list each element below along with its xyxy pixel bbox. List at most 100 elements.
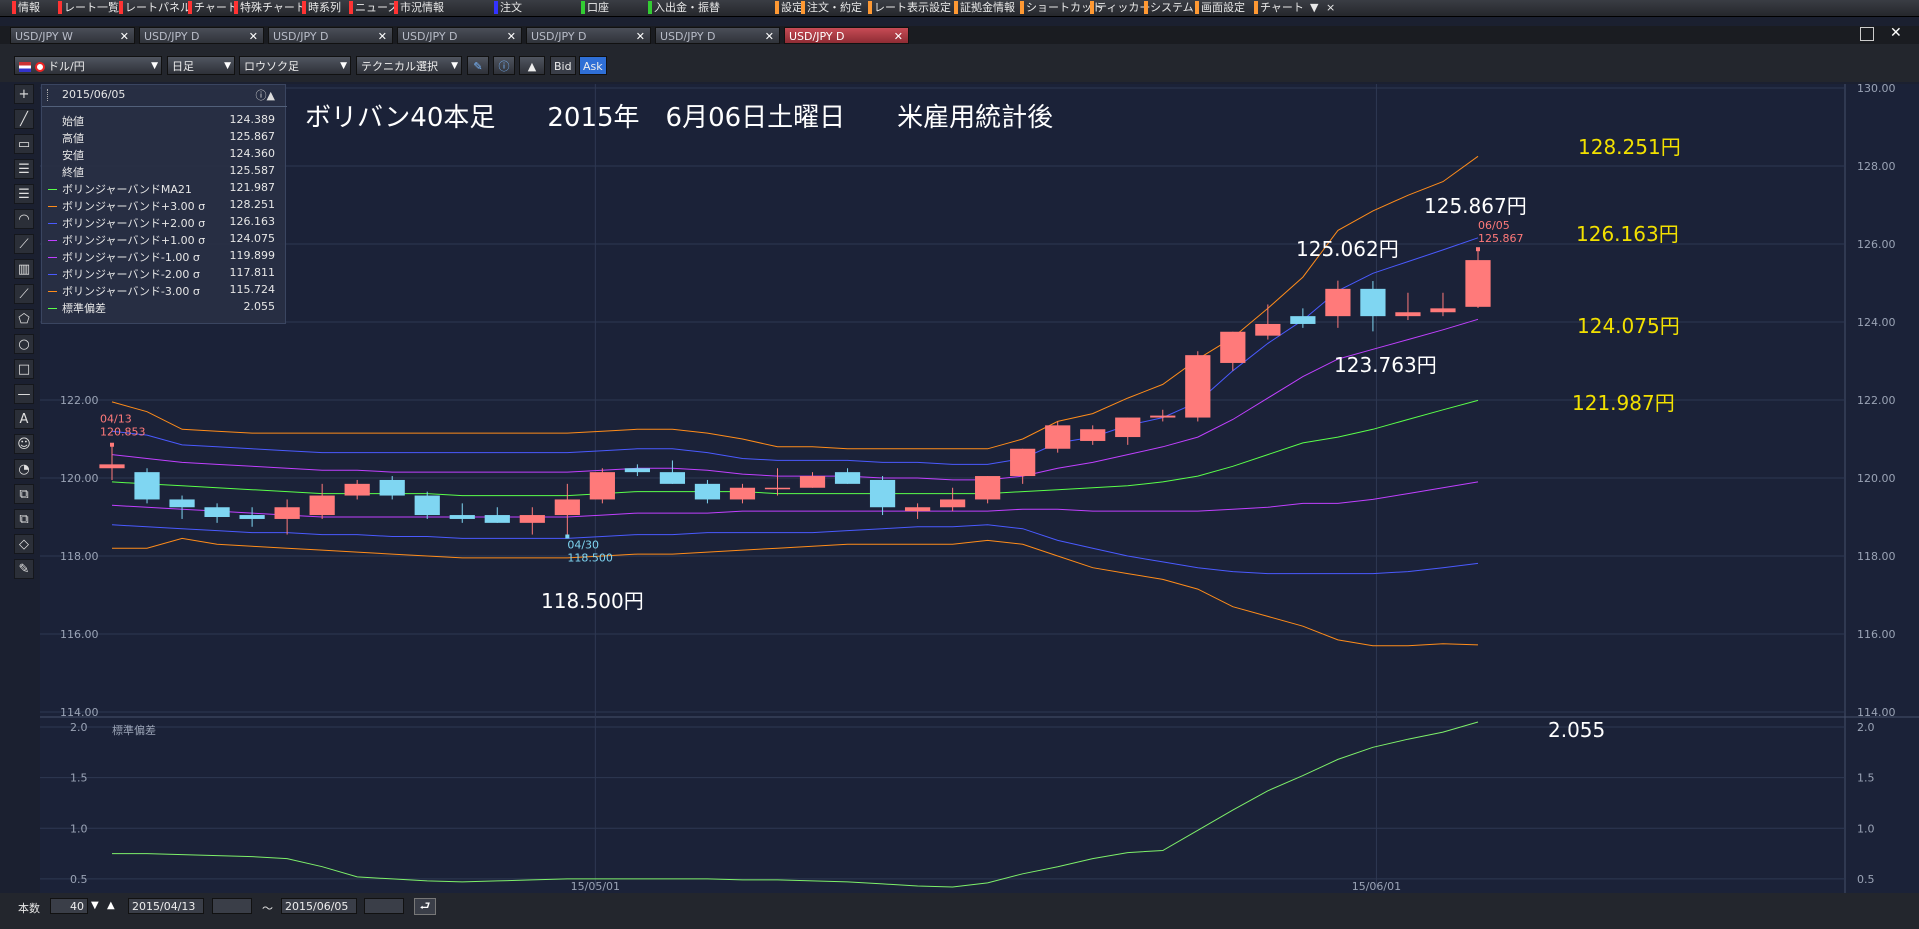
chart-tab[interactable]: USD/JPY W ✕ — [10, 27, 135, 44]
tab-close-icon[interactable]: ✕ — [378, 28, 387, 45]
chart-tab[interactable]: USD/JPY D ✕ — [139, 27, 264, 44]
trendline-icon[interactable]: ╱ — [14, 109, 34, 129]
color-icon[interactable]: ◔ — [14, 459, 34, 479]
channel-icon[interactable]: ⟋ — [14, 284, 34, 304]
menu-item[interactable]: 注文 — [500, 0, 522, 16]
fibonacci-icon[interactable]: ☰ — [14, 184, 34, 204]
menu-item[interactable]: 時系列 — [308, 0, 341, 16]
menu-item[interactable]: 特殊チャート — [240, 0, 306, 16]
y-tick-label-right: 118.00 — [1857, 550, 1896, 563]
icon-stamp-icon[interactable]: ☺ — [14, 434, 34, 454]
vertical-lines-icon[interactable]: ▥ — [14, 259, 34, 279]
stddev-pane-title: 標準偏差 — [112, 723, 156, 737]
tab-label: USD/JPY D — [531, 30, 587, 43]
info-toggle-button[interactable]: ⓘ — [493, 56, 515, 75]
candlestick-chart-svg: 130.00 128.00 126.00 124.00 122.00 122.00 120.… — [40, 82, 1919, 893]
line-icon[interactable]: — — [14, 384, 34, 404]
text-icon[interactable]: A — [14, 409, 34, 429]
chart-type-select[interactable]: ロウソク足 ▼ — [239, 56, 351, 75]
currency-pair-select[interactable]: ドル/円 ▼ — [14, 56, 162, 75]
eraser-icon[interactable]: ◇ — [14, 534, 34, 554]
info-key: ボリンジャーバンド+1.00 σ — [62, 234, 206, 247]
info-value: 124.360 — [229, 147, 276, 160]
menu-item[interactable]: システム — [1150, 0, 1194, 16]
menu-item[interactable]: 画面設定 — [1201, 0, 1245, 16]
area-chart-button[interactable]: ▲ — [519, 56, 545, 75]
interval-select[interactable]: 日足 ▼ — [167, 56, 235, 75]
chart-type-label: ロウソク足 — [244, 60, 299, 73]
chart-tab[interactable]: USD/JPY D ✕ — [526, 27, 651, 44]
y-tick-label-right: 114.00 — [1857, 706, 1896, 719]
menu-item[interactable]: レートパネル — [125, 0, 191, 16]
candle-body — [169, 499, 195, 508]
count-decrement-icon[interactable]: ▼ — [91, 900, 99, 911]
menu-item[interactable]: 情報 — [18, 0, 40, 16]
candle-body — [764, 487, 791, 490]
menu-item[interactable]: 市況情報 — [400, 0, 444, 16]
series-color-swatch — [48, 223, 57, 224]
apply-range-button[interactable]: ⮐ — [414, 898, 436, 915]
count-increment-icon[interactable]: ▲ — [107, 900, 115, 911]
menu-separator — [234, 1, 238, 14]
jp-flag-icon — [34, 62, 45, 72]
info-value: 121.987 — [229, 181, 276, 194]
y-tick-label-right: 120.00 — [1857, 472, 1896, 485]
menu-item[interactable]: 設定 — [781, 0, 803, 16]
menu-item[interactable]: レート表示設定 — [874, 0, 951, 16]
info-panel-settings-icon[interactable]: ⓘ▲ — [256, 87, 275, 103]
menu-item[interactable]: 口座 — [587, 0, 609, 16]
circle-icon[interactable]: ○ — [14, 334, 34, 354]
pen-tool-button[interactable]: ✎ — [467, 56, 489, 75]
close-window-icon[interactable]: ✕ — [1890, 25, 1902, 41]
price-chart-area[interactable]: 130.00 128.00 126.00 124.00 122.00 122.00 120.… — [40, 82, 1919, 893]
ruler-icon[interactable]: ▭ — [14, 134, 34, 154]
menu-item[interactable]: チャート — [194, 0, 238, 16]
copy-icon[interactable]: ⧉ — [14, 484, 34, 504]
candle-body — [99, 464, 125, 469]
menu-item[interactable]: レート一覧 — [64, 0, 119, 16]
info-value: 126.163 — [229, 215, 276, 228]
tab-close-icon[interactable]: ✕ — [636, 28, 645, 45]
menu-close-icon[interactable]: × — [1326, 0, 1335, 16]
high-marker-date: 04/13 — [100, 413, 132, 426]
arc-icon[interactable]: ◠ — [14, 209, 34, 229]
candle-body — [1325, 288, 1351, 317]
technical-select[interactable]: テクニカル選択 ▼ — [356, 56, 462, 75]
chart-tab[interactable]: USD/JPY D ✕ — [268, 27, 393, 44]
menu-item[interactable]: 入出金・振替 — [654, 0, 720, 16]
candle-body — [694, 483, 721, 500]
chart-tab[interactable]: USD/JPY D ✕ — [397, 27, 522, 44]
sub-y-tick-label-right: 1.0 — [1857, 822, 1875, 835]
menu-item[interactable]: チャート — [1260, 0, 1304, 16]
tab-close-icon[interactable]: ✕ — [507, 28, 516, 45]
menu-item[interactable]: 証拠金情報 — [960, 0, 1015, 16]
info-row: ボリンジャーバンド+1.00 σ 124.075 — [42, 232, 287, 249]
crosshair-icon[interactable]: + — [14, 84, 34, 104]
bar-count-input[interactable]: 40 — [50, 898, 88, 914]
info-drag-handle[interactable] — [47, 89, 52, 101]
chart-tab[interactable]: USD/JPY D ✕ — [655, 27, 780, 44]
menu-item[interactable]: ティッカー — [1096, 0, 1150, 16]
tab-close-icon[interactable]: ✕ — [120, 28, 129, 45]
restore-window-icon[interactable] — [1860, 27, 1874, 41]
info-value: 115.724 — [229, 283, 276, 296]
paste-icon[interactable]: ⧉ — [14, 509, 34, 529]
fan-icon[interactable]: ⟋ — [14, 234, 34, 254]
end-date-input[interactable]: 2015/06/05 — [281, 898, 357, 914]
chart-tab[interactable]: USD/JPY D ✕ — [784, 27, 909, 44]
tab-close-icon[interactable]: ✕ — [894, 28, 903, 45]
horizontal-lines-icon[interactable]: ☰ — [14, 159, 34, 179]
rectangle-icon[interactable]: □ — [14, 359, 34, 379]
pentagon-icon[interactable]: ⬠ — [14, 309, 34, 329]
edit-icon[interactable]: ✎ — [14, 559, 34, 579]
menu-item[interactable]: ニュース — [355, 0, 398, 16]
menu-more-icon[interactable]: ▼ — [1310, 0, 1318, 16]
start-date-input[interactable]: 2015/04/13 — [128, 898, 204, 914]
tab-close-icon[interactable]: ✕ — [249, 28, 258, 45]
tab-close-icon[interactable]: ✕ — [765, 28, 774, 45]
menu-item[interactable]: 注文・約定 — [807, 0, 862, 16]
start-time-input[interactable] — [212, 898, 252, 914]
ask-button[interactable]: Ask — [579, 56, 607, 75]
bid-button[interactable]: Bid — [550, 56, 576, 75]
end-time-input[interactable] — [364, 898, 404, 914]
